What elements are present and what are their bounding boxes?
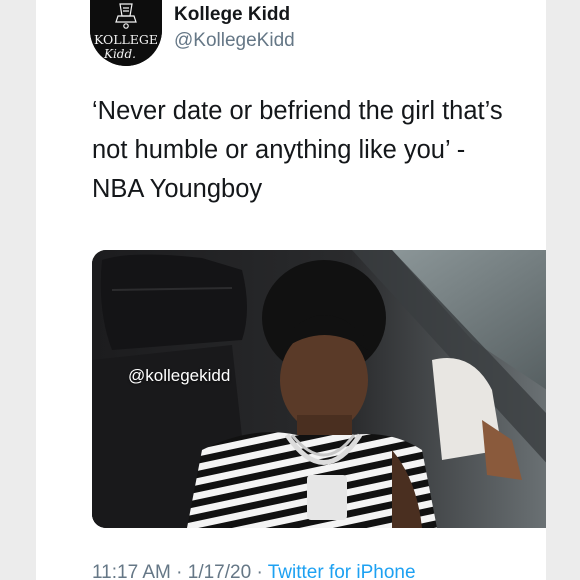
tweet-meta: 11:17 AM · 1/17/20 · Twitter for iPhone bbox=[92, 562, 416, 580]
chevron-down-icon[interactable] bbox=[544, 8, 546, 28]
meta-separator: · bbox=[170, 562, 188, 580]
photo-watermark: @kollegekidd bbox=[128, 366, 231, 385]
author-name[interactable]: Kollege Kidd bbox=[174, 4, 290, 26]
tweet-card: KOLLEGE Kidd. Kollege Kidd @KollegeKidd … bbox=[36, 0, 546, 580]
meta-separator: · bbox=[251, 562, 268, 580]
avatar[interactable]: KOLLEGE Kidd. bbox=[90, 0, 162, 66]
avatar-text-top: KOLLEGE bbox=[94, 32, 158, 47]
tweet-time[interactable]: 11:17 AM bbox=[92, 562, 171, 580]
kollege-kidd-logo-icon: KOLLEGE Kidd. bbox=[90, 0, 162, 66]
photo-image bbox=[92, 250, 546, 528]
tweet-date[interactable]: 1/17/20 bbox=[188, 562, 251, 580]
author-handle[interactable]: @KollegeKidd bbox=[174, 30, 295, 52]
tweet-photo[interactable]: @kollegekidd bbox=[92, 250, 546, 528]
tweet-text: ‘Never date or befriend the girl that’s … bbox=[92, 92, 546, 209]
tweet-text-line: ‘Never date or befriend the girl that’s bbox=[92, 97, 503, 125]
tweet-text-line: NBA Youngboy bbox=[92, 175, 263, 203]
avatar-text-bottom: Kidd. bbox=[103, 47, 136, 61]
tweet-text-line: not humble or anything like you’ - bbox=[92, 136, 466, 164]
tweet-source-link[interactable]: Twitter for iPhone bbox=[268, 562, 416, 580]
